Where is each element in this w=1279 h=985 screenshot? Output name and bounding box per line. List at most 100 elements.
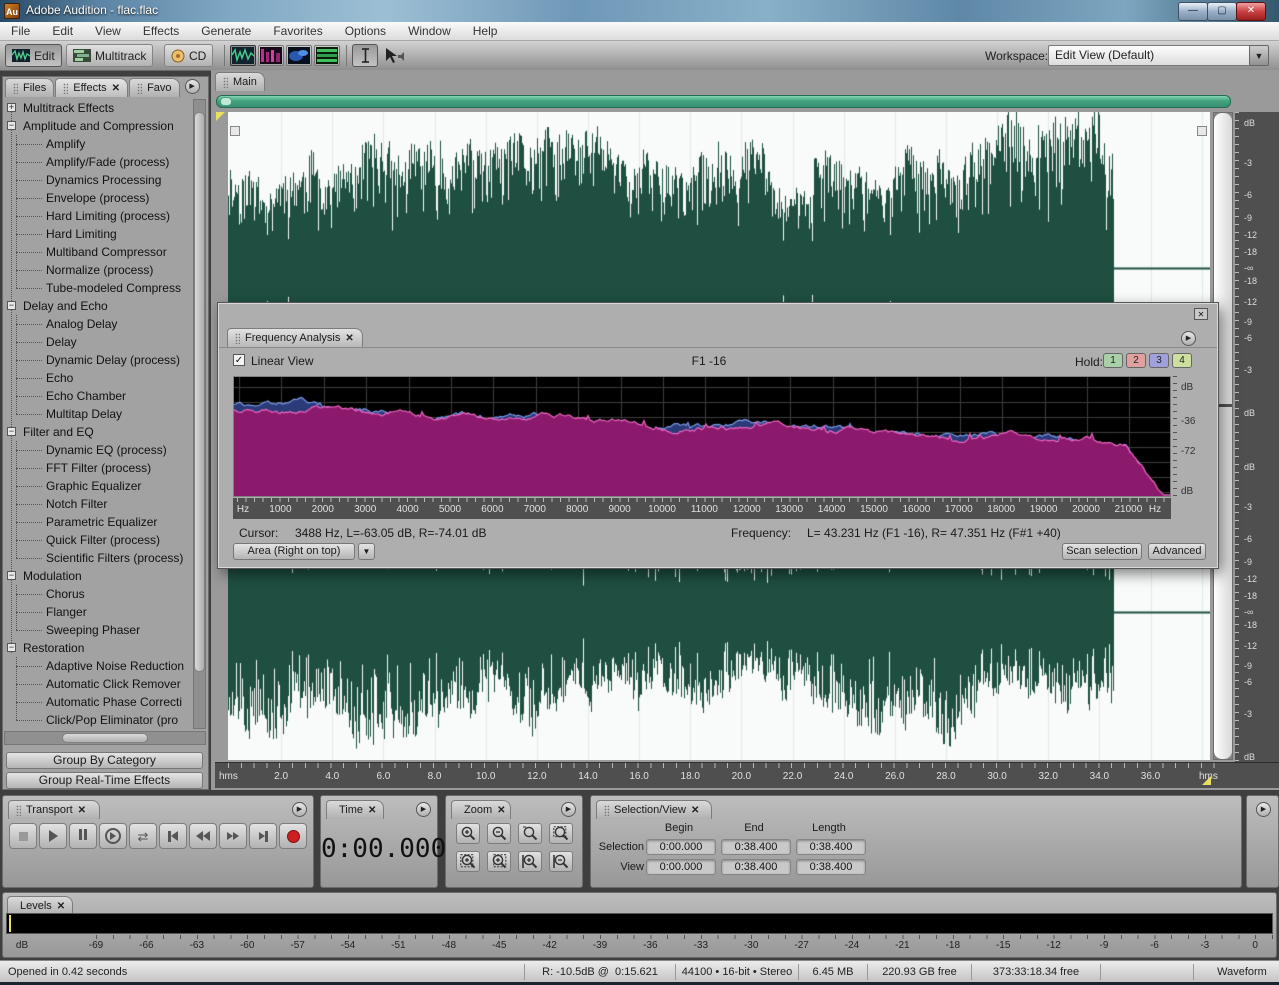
zoom-in-left-edge-button[interactable] (456, 851, 480, 872)
close-tab-icon[interactable]: ✕ (78, 805, 86, 816)
fast-forward-button[interactable] (219, 823, 247, 849)
workspace-dropdown[interactable]: Edit View (Default) (1048, 45, 1262, 66)
tree-effect-item[interactable]: Click/Pop Eliminator (pro (4, 711, 192, 729)
tree-effect-item[interactable]: Dynamics Processing (4, 171, 192, 189)
collapse-icon[interactable]: − (7, 121, 16, 130)
selection-selection-begin-field[interactable]: 0:00.000 (646, 839, 716, 855)
panel-menu-button[interactable]: ▶ (416, 802, 431, 817)
collapse-icon[interactable]: − (7, 301, 16, 310)
tree-effect-item[interactable]: Flanger (4, 603, 192, 621)
collapse-icon[interactable]: − (7, 571, 16, 580)
display-mode-dropdown-arrow-icon[interactable]: ▼ (358, 543, 375, 560)
maximize-button[interactable]: ▢ (1207, 2, 1237, 21)
menu-view[interactable]: View (84, 22, 132, 40)
tree-effect-item[interactable]: Echo Chamber (4, 387, 192, 405)
minimize-button[interactable]: — (1178, 2, 1208, 21)
timeline-ruler[interactable]: hmshms2.04.06.08.010.012.014.016.018.020… (215, 762, 1279, 788)
zoom-to-selection-button[interactable] (549, 823, 573, 844)
tree-effect-item[interactable]: Echo (4, 369, 192, 387)
level-meter[interactable] (6, 913, 1273, 934)
zoom-tab[interactable]: Zoom✕ (451, 800, 511, 819)
title-bar[interactable]: Au Adobe Audition - flac.flac — ▢ ✕ (0, 0, 1279, 22)
tree-effect-item[interactable]: Notch Filter (4, 495, 192, 513)
effects-tree-vertical-scrollbar-thumb[interactable] (194, 112, 205, 672)
view-spectral-frequency-button[interactable] (258, 45, 284, 66)
group-by-category-button[interactable]: Group By Category (6, 752, 203, 769)
menu-edit[interactable]: Edit (41, 22, 84, 40)
time-tab[interactable]: Time✕ (326, 800, 384, 819)
menu-help[interactable]: Help (462, 22, 509, 40)
tree-effect-item[interactable]: Dynamic Delay (process) (4, 351, 192, 369)
record-button[interactable] (279, 823, 307, 849)
menu-favorites[interactable]: Favorites (262, 22, 333, 40)
linear-view-checkbox[interactable]: ✓ (233, 354, 245, 366)
waveform-horizontal-scrollbar[interactable] (216, 95, 1231, 108)
panel-menu-button[interactable]: ▶ (1256, 802, 1271, 817)
frequency-analysis-tab[interactable]: Frequency Analysis ✕ (227, 328, 363, 347)
tree-effect-item[interactable]: Adaptive Noise Reduction (4, 657, 192, 675)
close-tab-icon[interactable]: ✕ (691, 805, 699, 816)
selection-view-length-field[interactable]: 0:38.400 (796, 859, 866, 875)
tree-effect-item[interactable]: Automatic Click Remover (4, 675, 192, 693)
tree-effect-item[interactable]: Scientific Filters (process) (4, 549, 192, 567)
close-tab-icon[interactable]: ✕ (368, 805, 376, 816)
zoom-full-button[interactable] (518, 823, 542, 844)
pause-button[interactable] (69, 823, 97, 849)
rewind-button[interactable] (189, 823, 217, 849)
view-spectral-phase-button[interactable] (314, 45, 340, 66)
zoom-in-horizontally-button[interactable] (456, 823, 480, 844)
tree-category[interactable]: −Restoration (4, 639, 192, 657)
tree-effect-item[interactable]: Chorus (4, 585, 192, 603)
go-to-beginning-button[interactable] (159, 823, 187, 849)
close-tab-icon[interactable]: ✕ (497, 805, 505, 816)
scrub-tool-button[interactable] (384, 47, 406, 70)
display-corner-grip[interactable] (1197, 126, 1207, 136)
transport-tab[interactable]: Transport✕ (8, 800, 100, 819)
tree-effect-item[interactable]: Multiband Compressor (4, 243, 192, 261)
frequency-spectrum-plot[interactable] (233, 376, 1171, 497)
menu-effects[interactable]: Effects (132, 22, 190, 40)
tree-effect-item[interactable]: Analog Delay (4, 315, 192, 333)
menu-generate[interactable]: Generate (190, 22, 262, 40)
go-to-end-button[interactable] (249, 823, 277, 849)
play-button[interactable] (39, 823, 67, 849)
tree-effect-item[interactable]: Automatic Phase Correcti (4, 693, 192, 711)
tree-effect-item[interactable]: Hard Limiting (process) (4, 207, 192, 225)
frequency-window-close-icon[interactable]: ✕ (1194, 308, 1208, 320)
selection-selection-end-field[interactable]: 0:38.400 (721, 839, 791, 855)
panel-menu-button[interactable]: ▶ (561, 802, 576, 817)
selection-end-marker[interactable] (1202, 776, 1211, 785)
amplitude-ruler[interactable]: dB-3-6-9-12-18-∞-18-12-9-6-3dBdB-3-6-9-1… (1235, 112, 1279, 762)
main-file-tab[interactable]: Main (215, 72, 265, 91)
tab-files[interactable]: Files (5, 78, 54, 97)
tree-effect-item[interactable]: Quick Filter (process) (4, 531, 192, 549)
view-spectral-pan-button[interactable] (286, 45, 312, 66)
hold-button-1[interactable]: 1 (1103, 353, 1123, 368)
effects-tree[interactable]: +Multitrack Effects−Amplitude and Compre… (4, 99, 192, 729)
panel-menu-button[interactable]: ▶ (1181, 331, 1196, 346)
tree-category[interactable]: −Filter and EQ (4, 423, 192, 441)
play-from-cursor-button[interactable] (99, 823, 127, 849)
selection-view-tab[interactable]: Selection/View✕ (596, 800, 712, 819)
selection-view-end-field[interactable]: 0:38.400 (721, 859, 791, 875)
expand-icon[interactable]: + (7, 103, 16, 112)
time-selection-tool-button[interactable] (352, 44, 378, 67)
close-tab-icon[interactable]: ✕ (57, 901, 65, 912)
advanced-button[interactable]: Advanced (1148, 543, 1206, 560)
waveform-horizontal-scrollbar-cap[interactable] (220, 97, 232, 106)
tree-effect-item[interactable]: Dynamic EQ (process) (4, 441, 192, 459)
tree-effect-item[interactable]: Delay (4, 333, 192, 351)
tree-effect-item[interactable]: Hard Limiting (4, 225, 192, 243)
hold-button-2[interactable]: 2 (1126, 353, 1146, 368)
tree-effect-item[interactable]: Parametric Equalizer (4, 513, 192, 531)
hold-button-4[interactable]: 4 (1172, 353, 1192, 368)
tree-effect-item[interactable]: Sweeping Phaser (4, 621, 192, 639)
scan-selection-button[interactable]: Scan selection (1062, 543, 1142, 560)
multitrack-view-button[interactable]: Multitrack (66, 44, 153, 67)
zoom-out-horizontally-button[interactable] (487, 823, 511, 844)
close-tab-icon[interactable]: ✕ (345, 333, 353, 344)
selection-view-begin-field[interactable]: 0:00.000 (646, 859, 716, 875)
tab-effects[interactable]: Effects✕ (55, 78, 128, 97)
tree-effect-item[interactable]: Envelope (process) (4, 189, 192, 207)
tree-effect-item[interactable]: Tube-modeled Compress (4, 279, 192, 297)
